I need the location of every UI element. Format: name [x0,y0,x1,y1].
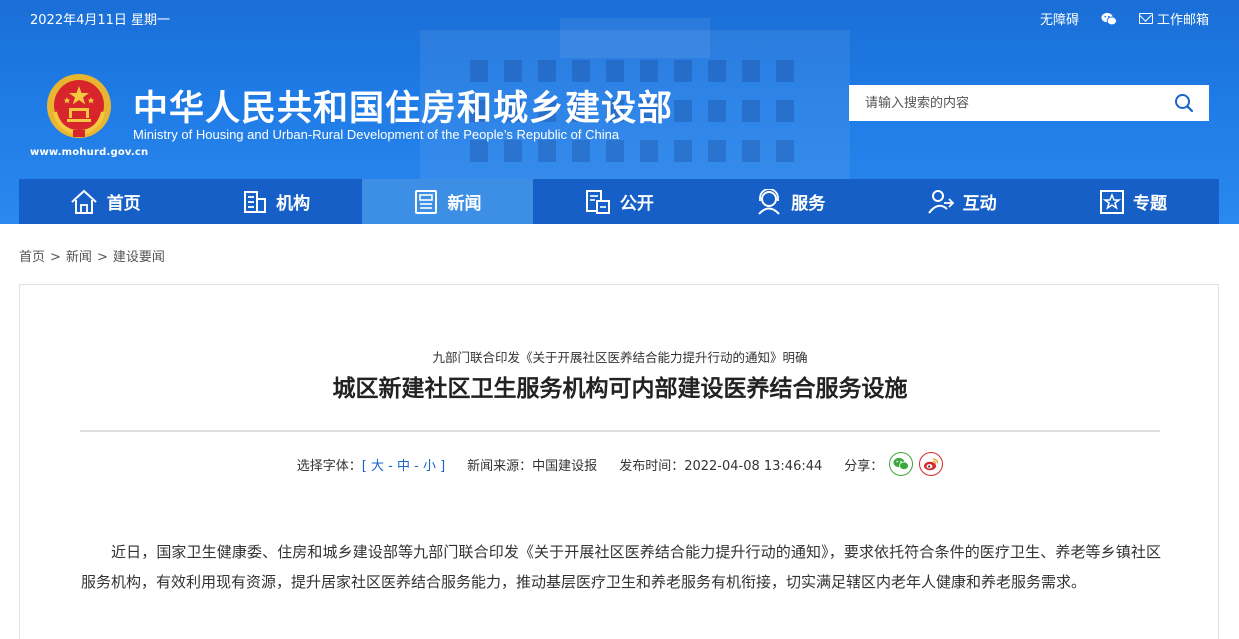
nav-label: 互动 [962,194,997,214]
site-header: 2022年4月11日 星期一 无障碍 工作邮箱 www.mohurd.gov.c… [0,0,1239,224]
article-pre-title: 九部门联合印发《关于开展社区医养结合能力提升行动的通知》明确 [432,350,808,365]
nav-label: 首页 [106,194,141,214]
interact-icon [927,189,954,214]
top-bar: 2022年4月11日 星期一 无障碍 工作邮箱 [0,0,1239,36]
building-icon [244,190,267,213]
font-dash: - [414,458,419,474]
current-date: 2022年4月11日 星期一 [30,13,171,28]
national-emblem-logo[interactable] [45,72,113,140]
public-icon [585,189,610,214]
work-mail-label: 工作邮箱 [1156,13,1209,28]
nav-label: 机构 [276,194,311,214]
nav-item-public[interactable]: 公开 [533,179,704,224]
title-divider [80,430,1160,432]
site-title: 中华人民共和国住房和城乡建设部 [133,89,674,129]
nav-label: 新闻 [447,194,482,214]
share-wechat-button[interactable] [889,452,914,476]
breadcrumb-separator: > [50,250,61,265]
nav-item-service[interactable]: 服务 [705,179,876,224]
search-button[interactable] [1159,85,1209,121]
nav-item-topic[interactable]: 专题 [1047,179,1218,224]
news-source: 新闻来源：中国建设报 [467,458,598,474]
article-body: 近日，国家卫生健康委、住房和城乡建设部等九部门联合印发《关于开展社区医养结合能力… [81,543,1161,591]
main-nav: 首页 机构 新闻 公开 服务 互动 专题 [19,179,1219,224]
font-size-controls: [ 大 - 中 - 小 ] [362,455,445,474]
font-dash: - [388,458,393,474]
home-icon [71,189,97,214]
font-small-link[interactable]: 小 [423,459,436,474]
work-mail-link[interactable]: 工作邮箱 [1138,9,1209,28]
article-meta: 选择字体： [ 大 - 中 - 小 ] 新闻来源：中国建设报 发布时间：2022… [20,452,1220,476]
breadcrumb-construction-news[interactable]: 建设要闻 [113,250,165,265]
font-large-link[interactable]: 大 [371,459,384,474]
weibo-icon [924,458,939,471]
site-subtitle: Ministry of Housing and Urban-Rural Deve… [133,127,620,142]
site-url: www.mohurd.gov.cn [30,147,149,158]
nav-item-news[interactable]: 新闻 [361,179,534,224]
nav-item-home[interactable]: 首页 [19,179,190,224]
accessibility-link[interactable]: 无障碍 [1040,9,1079,28]
publish-time: 发布时间：2022-04-08 13:46:44 [619,458,823,474]
wechat-icon[interactable] [1101,12,1117,25]
share-weibo-button[interactable] [919,452,944,476]
mail-icon [1138,13,1153,24]
news-icon [415,189,438,214]
building-windows [470,140,800,162]
search-box [849,85,1209,121]
top-links: 无障碍 工作邮箱 [1040,9,1209,28]
search-icon [1175,94,1194,113]
topic-icon [1100,189,1125,214]
nav-label: 公开 [619,194,654,214]
bracket-open: [ [361,458,367,474]
wechat-icon [893,457,910,470]
service-icon [758,188,780,215]
nav-item-interact[interactable]: 互动 [876,179,1047,224]
search-input[interactable] [849,85,1159,121]
nav-label: 专题 [1133,194,1168,214]
bracket-close: ] [440,458,446,474]
breadcrumb-news[interactable]: 新闻 [66,250,92,265]
breadcrumb: 首页 > 新闻 > 建设要闻 [19,246,165,265]
article-title: 城区新建社区卫生服务机构可内部建设医养结合服务设施 [332,376,908,402]
nav-item-organization[interactable]: 机构 [190,179,361,224]
nav-label: 服务 [791,194,826,214]
breadcrumb-separator: > [96,250,108,265]
article-card: 九部门联合印发《关于开展社区医养结合能力提升行动的通知》明确 城区新建社区卫生服… [19,284,1219,639]
breadcrumb-home[interactable]: 首页 [19,250,45,265]
building-windows [470,60,800,82]
font-select-label: 选择字体： [296,458,362,474]
font-medium-link[interactable]: 中 [397,459,410,474]
share-label: 分享： [844,458,884,474]
